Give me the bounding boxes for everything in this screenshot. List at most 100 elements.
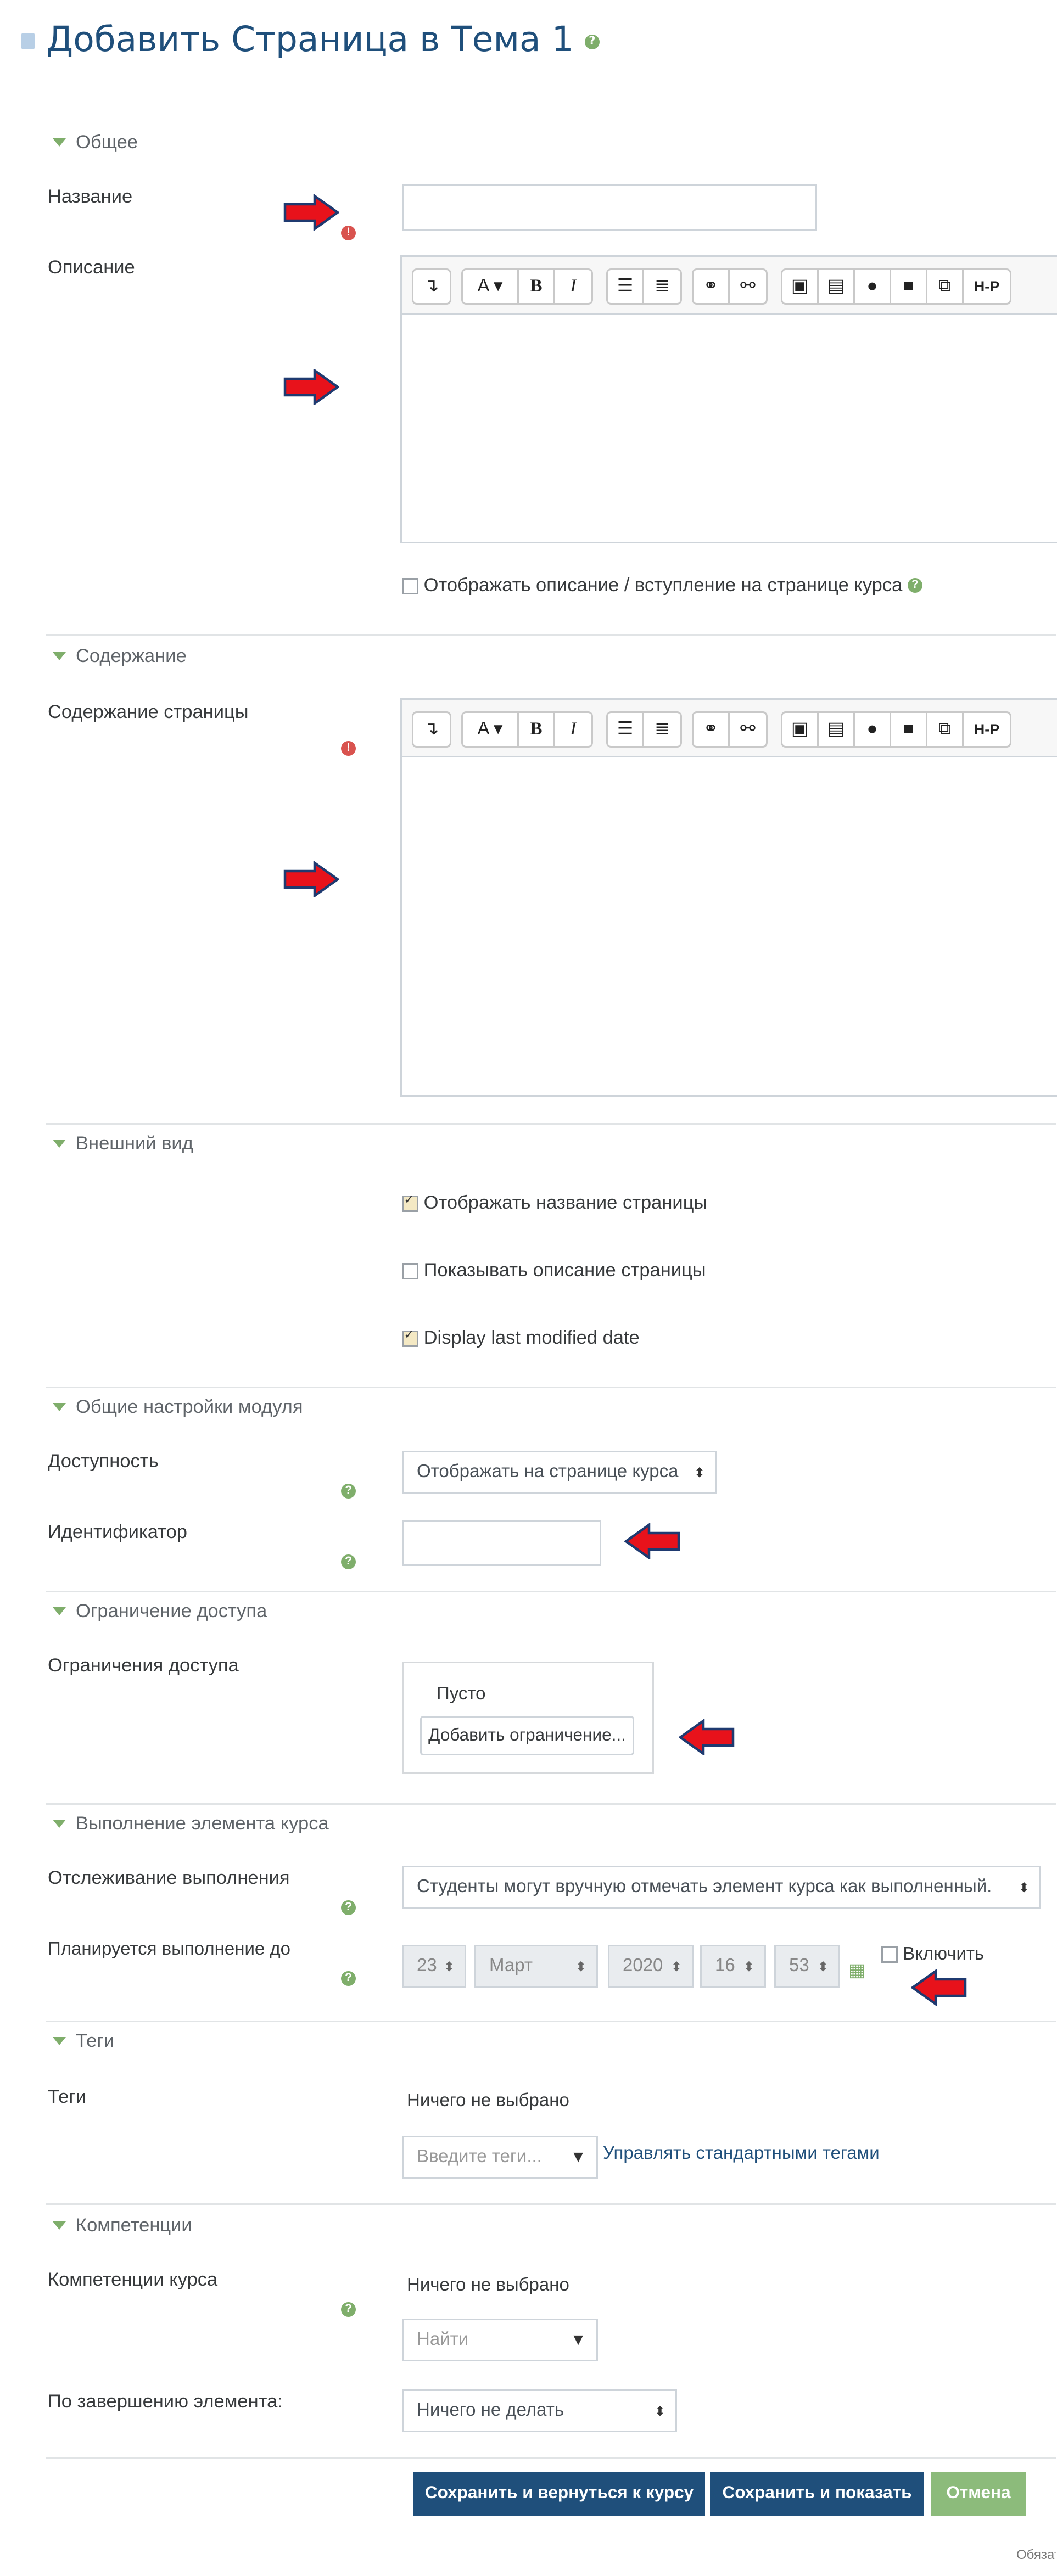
name-input[interactable] xyxy=(402,184,817,231)
bold-icon[interactable]: B xyxy=(519,713,555,746)
ordered-list-icon[interactable]: ≣ xyxy=(644,713,680,746)
help-icon[interactable]: ? xyxy=(341,2302,356,2317)
ordered-list-icon[interactable]: ≣ xyxy=(644,270,680,303)
availability-select[interactable]: Отображать на странице курса ⬍ xyxy=(402,1451,717,1494)
italic-icon[interactable]: I xyxy=(555,713,591,746)
display-page-name-checkbox[interactable] xyxy=(402,1192,418,1212)
help-icon[interactable]: ? xyxy=(341,1900,356,1915)
save-and-display-button[interactable]: Сохранить и показать xyxy=(710,2472,924,2516)
divider xyxy=(46,1803,1056,1805)
record-video-icon[interactable]: ■ xyxy=(891,270,927,303)
minute-select[interactable]: 53 ⬍ xyxy=(774,1945,840,1988)
display-page-name-row[interactable]: Отображать название страницы xyxy=(402,1192,707,1214)
section-competencies[interactable]: Компетенции xyxy=(53,2216,192,2236)
year-select[interactable]: 2020 ⬍ xyxy=(608,1945,694,1988)
tracking-select[interactable]: Студенты могут вручную отмечать элемент … xyxy=(402,1866,1041,1909)
cancel-button[interactable]: Отмена xyxy=(931,2472,1026,2516)
help-icon[interactable]: ? xyxy=(584,33,600,49)
section-restrict-access[interactable]: Ограничение доступа xyxy=(53,1602,267,1622)
unlink-icon[interactable]: ⚯ xyxy=(730,713,766,746)
show-description-checkbox[interactable] xyxy=(402,577,418,594)
section-module-settings[interactable]: Общие настройки модуля xyxy=(53,1398,303,1418)
required-icon: ! xyxy=(341,186,356,249)
save-and-return-button[interactable]: Сохранить и вернуться к курсу xyxy=(413,2472,705,2516)
manage-tags-link[interactable]: Управлять стандартными тегами xyxy=(603,2144,880,2164)
unlink-icon[interactable]: ⚯ xyxy=(730,270,766,303)
page-content-editor[interactable]: ↴ A ▾ B I ☰ ≣ ⚭ ⚯ ▣ ▤ ● ■ ⧉ H-P xyxy=(400,698,1057,1097)
course-competencies-label: Компетенции курса xyxy=(48,2271,218,2291)
page-icon xyxy=(21,33,35,49)
red-arrow-right-icon xyxy=(283,369,339,405)
idnumber-input[interactable] xyxy=(402,1520,601,1566)
show-description-checkbox-row[interactable]: Отображать описание / вступление на стра… xyxy=(402,576,922,596)
expand-icon[interactable]: ↴ xyxy=(413,270,450,303)
media-icon[interactable]: ▤ xyxy=(819,713,855,746)
description-editor[interactable]: ↴ A ▾ B I ☰ ≣ ⚭ ⚯ ▣ ▤ ● ■ ⧉ H-P xyxy=(400,255,1057,543)
media-icon[interactable]: ▤ xyxy=(819,270,855,303)
collapse-triangle-icon xyxy=(53,1820,66,1829)
expand-icon[interactable]: ↴ xyxy=(413,713,450,746)
enable-date-row[interactable]: Включить xyxy=(881,1945,984,1965)
day-select[interactable]: 23 ⬍ xyxy=(402,1945,466,1988)
display-page-description-checkbox[interactable] xyxy=(402,1262,418,1279)
image-icon[interactable]: ▣ xyxy=(782,713,819,746)
collapse-triangle-icon xyxy=(53,1608,66,1617)
on-completion-select[interactable]: Ничего не делать ⬍ xyxy=(402,2389,677,2432)
help-icon[interactable]: ? xyxy=(341,1554,356,1569)
help-icon[interactable]: ? xyxy=(341,1971,356,1986)
section-completion[interactable]: Выполнение элемента курса xyxy=(53,1815,329,1834)
h5p-icon[interactable]: H-P xyxy=(964,270,1010,303)
unordered-list-icon[interactable]: ☰ xyxy=(608,713,644,746)
bold-icon[interactable]: B xyxy=(519,270,555,303)
dropdown-arrow-icon: ▼ xyxy=(570,2331,586,2349)
section-general[interactable]: Общее xyxy=(53,133,138,153)
record-audio-icon[interactable]: ● xyxy=(855,270,891,303)
expected-completion-label: Планируется выполнение до xyxy=(48,1940,291,1960)
month-select[interactable]: Март ⬍ xyxy=(474,1945,598,1988)
link-icon[interactable]: ⚭ xyxy=(694,270,730,303)
unordered-list-icon[interactable]: ☰ xyxy=(608,270,644,303)
divider xyxy=(46,1387,1056,1388)
image-icon[interactable]: ▣ xyxy=(782,270,819,303)
link-icon[interactable]: ⚭ xyxy=(694,713,730,746)
section-tags[interactable]: Теги xyxy=(53,2032,114,2052)
hour-select[interactable]: 16 ⬍ xyxy=(700,1945,766,1988)
tags-input[interactable]: Введите теги... ▼ xyxy=(402,2136,598,2179)
calendar-icon[interactable]: ▦ xyxy=(848,1960,865,1981)
restrictions-box: Пусто Добавить ограничение... xyxy=(402,1662,654,1774)
display-page-description-row[interactable]: Показывать описание страницы xyxy=(402,1261,706,1281)
divider xyxy=(46,1123,1056,1125)
add-restriction-button[interactable]: Добавить ограничение... xyxy=(420,1716,634,1755)
help-icon[interactable]: ? xyxy=(341,1483,356,1499)
restrictions-label: Ограничения доступа xyxy=(48,1657,239,1676)
collapse-triangle-icon xyxy=(53,1140,66,1149)
name-label: Название xyxy=(48,188,133,207)
manage-files-icon[interactable]: ⧉ xyxy=(927,270,964,303)
select-caret-icon: ⬍ xyxy=(575,1958,586,1974)
italic-icon[interactable]: I xyxy=(555,270,591,303)
section-appearance[interactable]: Внешний вид xyxy=(53,1135,193,1154)
required-icon: ! xyxy=(341,701,356,764)
h5p-icon[interactable]: H-P xyxy=(964,713,1010,746)
select-caret-icon: ⬍ xyxy=(654,2403,665,2418)
select-caret-icon: ⬍ xyxy=(443,1958,455,1974)
font-color-icon[interactable]: A ▾ xyxy=(463,713,519,746)
restrictions-empty-text: Пусто xyxy=(437,1685,486,1704)
display-last-modified-row[interactable]: Display last modified date xyxy=(402,1327,640,1349)
record-video-icon[interactable]: ■ xyxy=(891,713,927,746)
red-arrow-left-icon xyxy=(679,1719,735,1755)
collapse-triangle-icon xyxy=(53,2222,66,2231)
manage-files-icon[interactable]: ⧉ xyxy=(927,713,964,746)
record-audio-icon[interactable]: ● xyxy=(855,713,891,746)
collapse-triangle-icon xyxy=(53,653,66,661)
display-last-modified-checkbox[interactable] xyxy=(402,1327,418,1347)
collapse-triangle-icon xyxy=(53,1404,66,1412)
divider xyxy=(46,634,1056,636)
enable-date-checkbox[interactable] xyxy=(881,1946,898,1963)
collapse-triangle-icon xyxy=(53,2038,66,2046)
select-caret-icon: ⬍ xyxy=(670,1958,682,1974)
competencies-search[interactable]: Найти ▼ xyxy=(402,2319,598,2361)
section-content[interactable]: Содержание xyxy=(53,647,187,667)
font-color-icon[interactable]: A ▾ xyxy=(463,270,519,303)
help-icon[interactable]: ? xyxy=(907,579,922,594)
